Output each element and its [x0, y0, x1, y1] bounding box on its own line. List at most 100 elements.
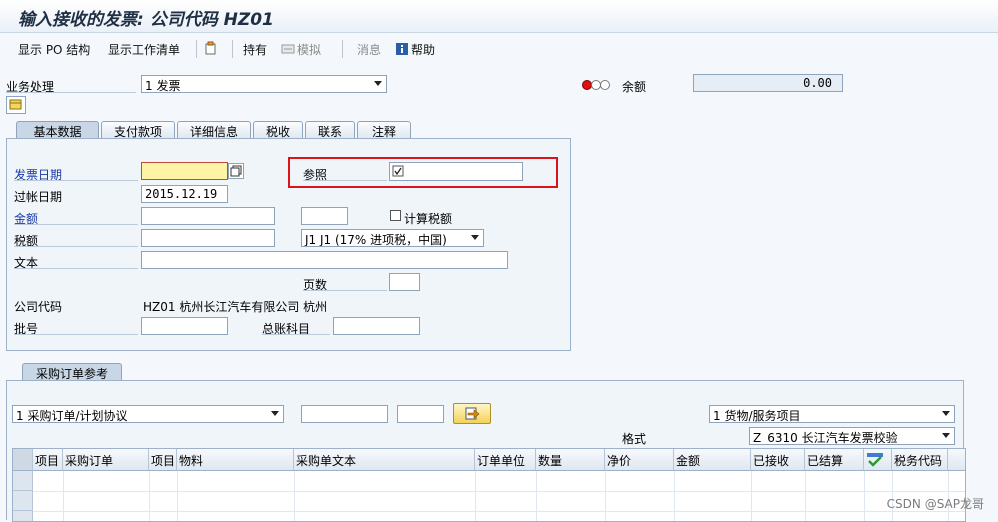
- checkbox-icon: [392, 165, 404, 177]
- po-items-table: 项目 采购订单 项目 物料 采购单文本 订单单位 数量 净价 金额 已接收 已结…: [12, 448, 966, 522]
- grid-line: [864, 471, 865, 521]
- layout-label: 格式: [622, 432, 647, 446]
- select-all-cell[interactable]: [13, 449, 33, 471]
- grid-line: [751, 471, 752, 521]
- amount-input[interactable]: [141, 207, 275, 225]
- col-header-material[interactable]: 物料: [177, 449, 294, 471]
- hold-button[interactable]: 持有: [243, 41, 267, 58]
- tab-details[interactable]: 详细信息: [177, 121, 251, 139]
- row-selector[interactable]: [13, 491, 33, 511]
- reference-input[interactable]: [389, 162, 523, 181]
- execute-button[interactable]: [453, 403, 491, 424]
- grid-line: [674, 471, 675, 521]
- toolbar-separator: [232, 40, 233, 58]
- toolbar-separator: [342, 40, 343, 58]
- col-header-settings[interactable]: [948, 449, 965, 471]
- company-code-label: 公司代码: [14, 300, 63, 314]
- grid-line: [805, 471, 806, 521]
- row-selector[interactable]: [13, 471, 33, 491]
- tab-payment[interactable]: 支付款项: [101, 121, 175, 139]
- grid-line: [63, 471, 64, 521]
- transaction-value: 1 发票: [145, 79, 181, 93]
- currency-input[interactable]: [301, 207, 348, 225]
- chevron-down-icon: [471, 235, 479, 240]
- row-selector[interactable]: [13, 511, 33, 521]
- table-row: [33, 491, 965, 492]
- text-input[interactable]: [141, 251, 508, 269]
- copy-icon: [230, 165, 242, 177]
- tab-contact[interactable]: 联系: [305, 121, 355, 139]
- chevron-down-icon: [374, 81, 382, 86]
- col-header-quantity[interactable]: 数量: [536, 449, 605, 471]
- simulate-button[interactable]: 模拟: [281, 41, 321, 58]
- toolbar-separator: [196, 40, 197, 58]
- po-doc-type-select[interactable]: 1 采购订单/计划协议: [12, 405, 284, 423]
- label-underline: [14, 268, 138, 269]
- watermark: CSDN @SAP龙哥: [886, 497, 984, 511]
- posting-date-label: 过帐日期: [14, 190, 63, 204]
- gl-account-input[interactable]: [333, 317, 420, 335]
- col-header-po-item[interactable]: 项目: [149, 449, 177, 471]
- tab-tax[interactable]: 税收: [253, 121, 303, 139]
- label-underline: [303, 180, 387, 181]
- tax-amount-input[interactable]: [141, 229, 275, 247]
- messages-button[interactable]: 消息: [357, 41, 381, 58]
- invoice-date-input[interactable]: [141, 162, 228, 180]
- help-label: 帮助: [411, 43, 436, 57]
- grid-line: [605, 471, 606, 521]
- clipboard-button[interactable]: [204, 41, 220, 56]
- col-header-item[interactable]: 项目: [33, 449, 63, 471]
- show-po-structure-button[interactable]: 显示 PO 结构: [18, 41, 90, 58]
- balance-value: 0.00: [693, 74, 843, 92]
- label-underline: [14, 180, 138, 181]
- col-header-net-price[interactable]: 净价: [605, 449, 674, 471]
- po-item-input[interactable]: [397, 405, 444, 423]
- label-underline: [262, 334, 330, 335]
- col-header-tax-code[interactable]: 税务代码: [892, 449, 948, 471]
- checkmark-icon: [867, 453, 883, 467]
- col-header-amount[interactable]: 金额: [674, 449, 751, 471]
- batch-input[interactable]: [141, 317, 228, 335]
- po-doc-type-value: 1 采购订单/计划协议: [16, 409, 128, 423]
- grid-line: [536, 471, 537, 521]
- col-header-po[interactable]: 采购订单: [63, 449, 149, 471]
- company-code-value: HZ01 杭州长江汽车有限公司 杭州: [143, 300, 328, 314]
- tab-notes[interactable]: 注释: [357, 121, 411, 139]
- layout-toggle-button[interactable]: [6, 96, 26, 114]
- help-button[interactable]: 帮助: [395, 41, 435, 58]
- label-underline: [14, 334, 138, 335]
- posting-date-input[interactable]: [141, 185, 228, 203]
- item-type-select[interactable]: 1 货物/服务项目: [709, 405, 955, 423]
- chevron-down-icon: [942, 433, 950, 438]
- tax-code-value: J1 J1 (17% 进项税，中国): [305, 233, 447, 247]
- col-header-settled[interactable]: 已结算: [805, 449, 864, 471]
- col-header-status[interactable]: [864, 449, 892, 471]
- grid-line: [475, 471, 476, 521]
- grid-line: [177, 471, 178, 521]
- calendar-button[interactable]: [228, 163, 244, 179]
- simulate-icon: [281, 44, 295, 54]
- label-underline: [303, 290, 387, 291]
- col-header-received[interactable]: 已接收: [751, 449, 805, 471]
- balance-label: 余额: [622, 80, 647, 94]
- label-underline: [14, 246, 138, 247]
- item-type-value: 1 货物/服务项目: [713, 409, 801, 423]
- clipboard-icon: [205, 41, 216, 55]
- page-count-input[interactable]: [389, 273, 420, 291]
- show-worklist-button[interactable]: 显示工作清单: [108, 41, 180, 58]
- col-header-order-unit[interactable]: 订单单位: [475, 449, 536, 471]
- layout-select[interactable]: Z_6310 长江汽车发票校验: [749, 427, 955, 445]
- chevron-down-icon: [271, 411, 279, 416]
- grid-line: [149, 471, 150, 521]
- tax-code-select[interactable]: J1 J1 (17% 进项税，中国): [301, 229, 484, 247]
- chevron-down-icon: [942, 411, 950, 416]
- application-toolbar: 显示 PO 结构 显示工作清单 持有 模拟 消息 帮助: [0, 36, 998, 62]
- po-number-input[interactable]: [301, 405, 388, 423]
- calc-tax-checkbox[interactable]: [390, 210, 401, 221]
- traffic-light-icon: [582, 80, 610, 90]
- layout-icon: [9, 99, 22, 110]
- label-underline: [6, 92, 136, 93]
- transaction-select[interactable]: 1 发票: [141, 75, 387, 93]
- label-underline: [14, 224, 138, 225]
- col-header-po-text[interactable]: 采购单文本: [294, 449, 475, 471]
